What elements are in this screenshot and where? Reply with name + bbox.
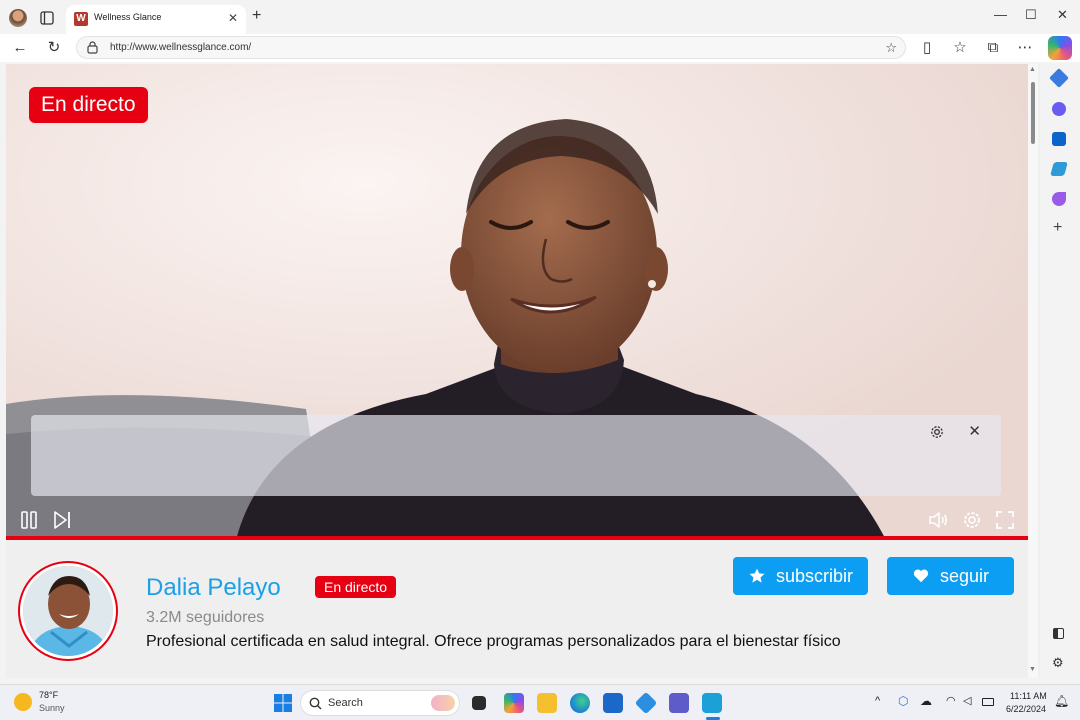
tab-close-icon[interactable]: ✕ bbox=[228, 11, 238, 25]
office-icon[interactable] bbox=[1052, 102, 1066, 116]
scroll-up-icon[interactable]: ▲ bbox=[1029, 66, 1036, 73]
sidebar-settings-icon[interactable]: ⚙ bbox=[1052, 655, 1064, 671]
taskbar-copilot-icon[interactable] bbox=[504, 693, 524, 713]
weather-sun-icon[interactable] bbox=[14, 693, 32, 711]
new-tab-icon[interactable]: + bbox=[252, 7, 261, 25]
network-app-icon[interactable]: ⬡ bbox=[898, 694, 908, 708]
notification-bell-icon[interactable]: 🔔︎ bbox=[1054, 694, 1069, 708]
page-scrollbar[interactable]: ▲ ▼ bbox=[1028, 64, 1038, 678]
fullscreen-icon[interactable] bbox=[995, 510, 1015, 530]
url-text: http://www.wellnessglance.com/ bbox=[110, 42, 252, 53]
page-viewport: En directo ✕ Dalia Pelayo En directo 3.2… bbox=[6, 64, 1040, 678]
volume-icon[interactable] bbox=[928, 510, 948, 530]
follow-button[interactable]: seguir bbox=[887, 557, 1014, 595]
edge-icon[interactable] bbox=[570, 693, 590, 713]
star-icon bbox=[749, 568, 765, 583]
subscribe-label: subscribir bbox=[775, 565, 854, 586]
edge-sidebar: + ⚙ bbox=[1040, 62, 1080, 684]
favorite-add-icon[interactable]: ☆ bbox=[885, 40, 897, 56]
search-icon bbox=[309, 697, 322, 710]
collections-icon[interactable]: ⧉ bbox=[984, 39, 1002, 57]
active-app-icon[interactable] bbox=[702, 693, 722, 713]
minimize-icon[interactable]: — bbox=[994, 7, 1007, 22]
split-screen-icon[interactable]: ▯ bbox=[918, 39, 936, 57]
refresh-icon[interactable]: ↻ bbox=[45, 39, 63, 57]
file-explorer-icon[interactable] bbox=[537, 693, 557, 713]
follower-count: 3.2M seguidores bbox=[146, 609, 265, 626]
live-badge: En directo bbox=[29, 87, 148, 123]
tab-title: Wellness Glance bbox=[94, 12, 162, 22]
caption-close-icon[interactable]: ✕ bbox=[968, 422, 981, 440]
avatar-photo-image bbox=[23, 566, 113, 656]
tab-actions-icon[interactable] bbox=[38, 9, 56, 27]
defender-icon[interactable] bbox=[634, 691, 658, 715]
add-sidebar-app-icon[interactable]: + bbox=[1053, 219, 1062, 237]
clock-time[interactable]: 11:11 AM bbox=[1010, 691, 1047, 701]
shopping-tag-icon[interactable] bbox=[1049, 68, 1069, 88]
streamer-bio: Profesional certificada en salud integra… bbox=[146, 633, 841, 650]
site-info-icon[interactable] bbox=[87, 41, 98, 54]
heart-icon bbox=[913, 569, 929, 583]
browser-titlebar: W Wellness Glance ✕ + — ☐ ✕ bbox=[0, 0, 1080, 34]
taskbar-search[interactable]: Search bbox=[300, 690, 460, 716]
hide-sidebar-icon[interactable] bbox=[1053, 628, 1064, 639]
profile-avatar-icon[interactable] bbox=[9, 9, 27, 27]
browser-toolbar: ← ↻ http://www.wellnessglance.com/ ☆ ▯ ☆… bbox=[0, 34, 1080, 62]
more-menu-icon[interactable]: ⋯ bbox=[1016, 39, 1034, 57]
task-view-icon[interactable] bbox=[472, 696, 486, 710]
follow-label: seguir bbox=[939, 565, 990, 586]
search-placeholder: Search bbox=[328, 697, 363, 709]
store-icon[interactable] bbox=[603, 693, 623, 713]
wifi-icon[interactable]: ◠ bbox=[946, 694, 956, 707]
weather-temp[interactable]: 78°F bbox=[39, 690, 58, 700]
send-icon[interactable] bbox=[1050, 162, 1068, 176]
back-icon[interactable]: ← bbox=[11, 39, 29, 57]
video-progress-bar[interactable] bbox=[6, 536, 1028, 540]
profile-live-badge: En directo bbox=[315, 576, 397, 598]
search-highlight-icon bbox=[431, 695, 455, 711]
streamer-name[interactable]: Dalia Pelayo bbox=[146, 574, 281, 602]
windows-taskbar: 78°F Sunny Search ^ ⬡ ☁ ◠ ◁ 11:11 AM 6/2… bbox=[0, 684, 1080, 720]
start-windows-icon[interactable] bbox=[273, 693, 293, 713]
teams-icon[interactable] bbox=[669, 693, 689, 713]
caption-panel: ✕ bbox=[31, 415, 1001, 496]
pause-icon[interactable] bbox=[19, 510, 39, 530]
window-close-icon[interactable]: ✕ bbox=[1057, 7, 1068, 23]
outlook-icon[interactable] bbox=[1052, 132, 1066, 146]
maximize-icon[interactable]: ☐ bbox=[1025, 7, 1037, 23]
video-player[interactable]: En directo ✕ bbox=[6, 64, 1028, 540]
streamer-avatar[interactable] bbox=[18, 561, 118, 661]
weather-condition[interactable]: Sunny bbox=[39, 703, 65, 713]
speaker-icon[interactable]: ◁ bbox=[963, 694, 971, 707]
battery-icon[interactable] bbox=[982, 698, 994, 706]
subscribe-button[interactable]: subscribir bbox=[733, 557, 868, 595]
scroll-thumb[interactable] bbox=[1031, 82, 1035, 144]
clock-date[interactable]: 6/22/2024 bbox=[1006, 704, 1046, 714]
favorites-icon[interactable]: ☆ bbox=[951, 39, 969, 57]
onedrive-icon[interactable]: ☁ bbox=[920, 694, 932, 708]
scroll-down-icon[interactable]: ▼ bbox=[1029, 666, 1036, 673]
site-favicon-icon: W bbox=[74, 12, 88, 26]
address-bar[interactable]: http://www.wellnessglance.com/ ☆ bbox=[76, 36, 906, 59]
next-icon[interactable] bbox=[52, 510, 72, 530]
tray-overflow-icon[interactable]: ^ bbox=[875, 695, 880, 707]
player-settings-icon[interactable] bbox=[962, 510, 982, 530]
caption-settings-icon[interactable] bbox=[929, 424, 945, 440]
designer-icon[interactable] bbox=[1052, 192, 1066, 206]
browser-tab[interactable]: W Wellness Glance ✕ bbox=[66, 5, 246, 34]
copilot-icon[interactable] bbox=[1048, 36, 1072, 60]
